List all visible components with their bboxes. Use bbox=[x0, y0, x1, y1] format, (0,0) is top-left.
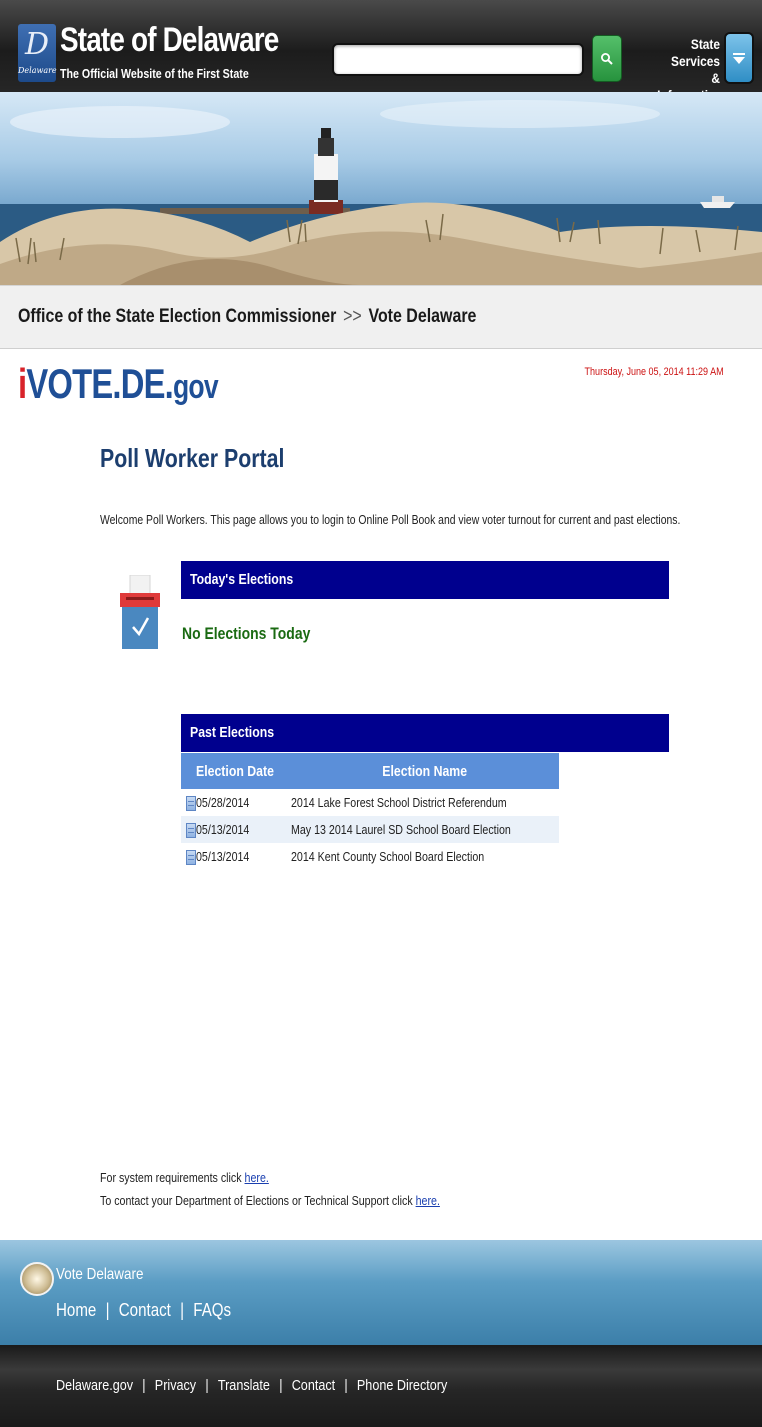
site-footer bbox=[0, 1240, 762, 1345]
bottom-link-delaware-gov[interactable]: Delaware.gov bbox=[56, 1377, 133, 1394]
table-row[interactable]: 05/28/2014 2014 Lake Forest School Distr… bbox=[181, 789, 560, 816]
bottom-nav: Delaware.gov | Privacy | Translate | Contact | P… bbox=[56, 1377, 447, 1394]
current-datetime: Thursday, June 05, 2014 11:29 AM bbox=[584, 366, 724, 378]
table-row[interactable]: 05/13/2014 2014 Kent County School Board… bbox=[181, 843, 560, 870]
bottom-link-phone-directory[interactable]: Phone Directory bbox=[357, 1377, 447, 1394]
seal-glyph-icon: D bbox=[24, 27, 50, 62]
bottom-divider: | bbox=[142, 1377, 146, 1394]
bottom-divider: | bbox=[279, 1377, 283, 1394]
site-tagline: The Official Website of the First State bbox=[60, 66, 249, 81]
document-icon[interactable] bbox=[186, 795, 196, 811]
ivote-logo[interactable]: iVOTE.DE.gov bbox=[18, 360, 219, 411]
header-banner-image bbox=[0, 92, 762, 285]
todays-elections-header: Today's Elections bbox=[181, 561, 669, 599]
footer-link-home[interactable]: Home bbox=[56, 1300, 96, 1320]
table-header-icon-cell bbox=[181, 753, 196, 789]
site-title[interactable]: State of Delaware bbox=[60, 20, 279, 60]
contact-text: To contact your Department of Elections … bbox=[100, 1193, 416, 1208]
contact-support-note: To contact your Department of Elections … bbox=[100, 1193, 440, 1208]
page-title: Poll Worker Portal bbox=[100, 443, 285, 473]
sort-by-name-link[interactable]: Election Name bbox=[373, 763, 476, 780]
bottom-divider: | bbox=[344, 1377, 348, 1394]
bottom-link-translate[interactable]: Translate bbox=[218, 1377, 270, 1394]
logo-main: VOTE.DE. bbox=[26, 360, 174, 407]
column-header-election-name[interactable]: Election Name bbox=[291, 753, 560, 789]
delaware-seal-logo[interactable]: D Delaware bbox=[18, 24, 57, 82]
breadcrumb-item-election-commissioner[interactable]: Office of the State Election Commissione… bbox=[18, 306, 336, 327]
bottom-link-contact[interactable]: Contact bbox=[292, 1377, 335, 1394]
todays-elections-heading: Today's Elections bbox=[190, 571, 294, 588]
logo-suffix: gov bbox=[173, 368, 219, 406]
search-icon bbox=[601, 52, 613, 65]
ballot-box-icon bbox=[120, 575, 160, 649]
footer-link-faqs[interactable]: FAQs bbox=[193, 1300, 231, 1320]
past-elections-header: Past Elections bbox=[181, 714, 669, 752]
document-icon[interactable] bbox=[186, 822, 196, 838]
bottom-link-privacy[interactable]: Privacy bbox=[155, 1377, 196, 1394]
seal-label: Delaware bbox=[18, 66, 57, 75]
bottom-divider: | bbox=[205, 1377, 209, 1394]
sysreq-text: For system requirements click bbox=[100, 1170, 245, 1185]
footer-nav: Home | Contact | FAQs bbox=[56, 1300, 231, 1321]
breadcrumb-trail: Office of the State Election Commissione… bbox=[18, 306, 476, 328]
column-header-election-date[interactable]: Election Date bbox=[196, 753, 292, 789]
election-name-cell[interactable]: 2014 Kent County School Board Election bbox=[291, 843, 560, 870]
no-elections-message: No Elections Today bbox=[182, 624, 311, 643]
state-seal-icon bbox=[20, 1262, 54, 1296]
table-row[interactable]: 05/13/2014 May 13 2014 Laurel SD School … bbox=[181, 816, 560, 843]
election-name-cell[interactable]: May 13 2014 Laurel SD School Board Elect… bbox=[291, 816, 560, 843]
past-elections-heading: Past Elections bbox=[190, 724, 275, 741]
election-date-cell: 05/28/2014 bbox=[196, 789, 292, 816]
breadcrumb-item-vote-delaware[interactable]: Vote Delaware bbox=[368, 306, 476, 327]
footer-title: Vote Delaware bbox=[56, 1266, 144, 1283]
election-name-cell[interactable]: 2014 Lake Forest School District Referen… bbox=[291, 789, 560, 816]
breadcrumb-separator: >> bbox=[343, 306, 362, 327]
document-icon[interactable] bbox=[186, 849, 196, 865]
election-date-cell: 05/13/2014 bbox=[196, 843, 292, 870]
system-requirements-link[interactable]: here. bbox=[245, 1170, 269, 1185]
state-services-dropdown-button[interactable] bbox=[724, 32, 754, 84]
breadcrumb: Office of the State Election Commissione… bbox=[0, 285, 762, 349]
search-input[interactable] bbox=[332, 43, 584, 76]
contact-support-link[interactable]: here. bbox=[416, 1193, 440, 1208]
sort-by-date-link[interactable]: Election Date bbox=[196, 763, 291, 780]
chevron-down-icon bbox=[733, 53, 745, 64]
logo-prefix: i bbox=[18, 360, 27, 407]
footer-link-contact[interactable]: Contact bbox=[119, 1300, 171, 1320]
site-header: D Delaware State of Delaware The Officia… bbox=[0, 0, 762, 103]
services-line-1: State Services bbox=[671, 36, 720, 69]
footer-divider: | bbox=[180, 1300, 185, 1320]
search-button[interactable] bbox=[592, 35, 622, 82]
beach-lighthouse-illustration bbox=[0, 100, 762, 285]
table-header-row: Election Date Election Name bbox=[181, 753, 560, 789]
welcome-message: Welcome Poll Workers. This page allows y… bbox=[100, 512, 681, 527]
footer-divider: | bbox=[105, 1300, 110, 1320]
system-requirements-note: For system requirements click here. bbox=[100, 1170, 269, 1185]
past-elections-table: Election Date Election Name 05/28/2014 2… bbox=[181, 753, 560, 870]
election-date-cell: 05/13/2014 bbox=[196, 816, 292, 843]
